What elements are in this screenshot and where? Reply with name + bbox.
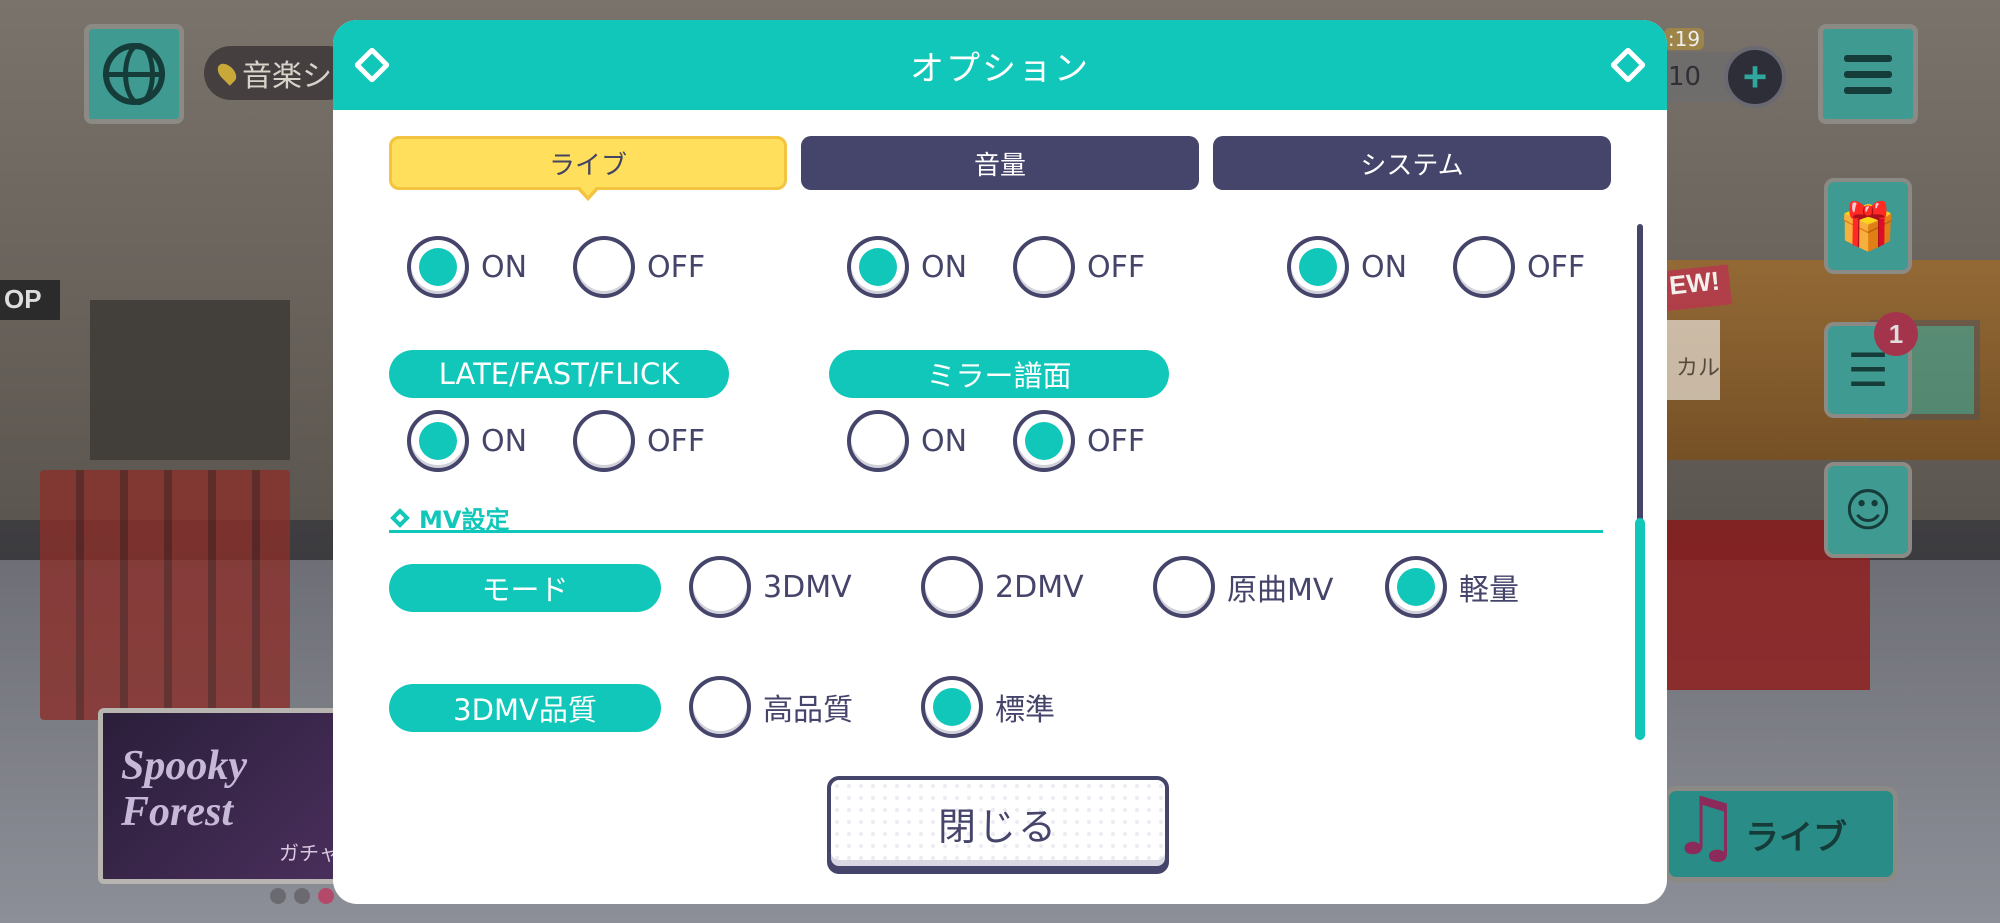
- gift-button[interactable]: 🎁: [1824, 178, 1912, 274]
- radio-label: 2DMV: [995, 569, 1084, 605]
- radio-label: OFF: [1527, 249, 1586, 285]
- close-button[interactable]: 閉じる: [827, 776, 1169, 870]
- option3-on-radio[interactable]: ON: [1287, 236, 1407, 298]
- radio-circle: [1013, 410, 1075, 472]
- mode-2dmv-radio[interactable]: 2DMV: [921, 556, 1084, 618]
- radio-label: 高品質: [763, 693, 853, 728]
- radio-circle: [921, 676, 983, 738]
- banner-pagination: [270, 888, 334, 904]
- radio-circle: [1153, 556, 1215, 618]
- radio-label: 3DMV: [763, 569, 852, 605]
- background-cd-shelf: [40, 470, 290, 720]
- radio-circle: [407, 236, 469, 298]
- new-badge: EW!: [1658, 264, 1732, 312]
- quality-high-radio[interactable]: 高品質: [689, 676, 853, 738]
- option1-off-radio[interactable]: OFF: [573, 236, 705, 298]
- menu-icon-bar: [1844, 54, 1892, 62]
- radio-label: ON: [481, 249, 528, 285]
- radio-circle: [1385, 556, 1447, 618]
- radio-label: OFF: [1087, 249, 1146, 285]
- banner-subtitle: ガチャ: [279, 841, 339, 865]
- dialog-header: オプション: [333, 20, 1667, 110]
- section-divider: [389, 530, 1603, 533]
- banner-title: Spooky Forest: [121, 743, 247, 835]
- menu-icon-bar: [1844, 70, 1892, 78]
- mirror-off-radio[interactable]: OFF: [1013, 410, 1145, 472]
- radio-circle: [689, 676, 751, 738]
- radio-label: ON: [481, 423, 528, 459]
- mirror-score-label: ミラー譜面: [829, 350, 1169, 398]
- option1-on-radio[interactable]: ON: [407, 236, 527, 298]
- radio-circle: [921, 556, 983, 618]
- live-button-label: ライブ: [1745, 817, 1847, 858]
- radio-circle: [1287, 236, 1349, 298]
- options-dialog: オプション ライブ 音量 システム ON OFF ON OFF ON OFF L…: [333, 20, 1667, 904]
- radio-label: 軽量: [1459, 573, 1519, 608]
- radio-label: ON: [1361, 249, 1408, 285]
- diamond-icon: [1609, 46, 1647, 84]
- radio-label: ON: [921, 249, 968, 285]
- quality-standard-radio[interactable]: 標準: [921, 676, 1055, 738]
- radio-circle: [407, 410, 469, 472]
- radio-circle: [1013, 236, 1075, 298]
- diamond-icon: [353, 46, 391, 84]
- timer-label: :19: [1664, 28, 1704, 50]
- plus-icon: +: [1742, 53, 1768, 100]
- mode-label: モード: [389, 564, 661, 612]
- location-pin-icon: [214, 60, 240, 86]
- option3-off-radio[interactable]: OFF: [1453, 236, 1585, 298]
- gift-icon: 🎁: [1839, 198, 1897, 253]
- options-tabs: ライブ 音量 システム: [389, 136, 1611, 201]
- background-shop-sign: OP: [0, 280, 60, 320]
- late-fast-flick-on-radio[interactable]: ON: [407, 410, 527, 472]
- location-indicator[interactable]: 音楽シ: [204, 46, 354, 100]
- option2-on-radio[interactable]: ON: [847, 236, 967, 298]
- friends-icon: ☺: [1844, 483, 1892, 537]
- radio-circle: [573, 410, 635, 472]
- radio-circle: [1453, 236, 1515, 298]
- gacha-banner[interactable]: Spooky Forest ガチャ: [98, 708, 348, 884]
- radio-circle: [689, 556, 751, 618]
- late-fast-flick-label: LATE/FAST/FLICK: [389, 350, 729, 398]
- option2-off-radio[interactable]: OFF: [1013, 236, 1145, 298]
- add-currency-button[interactable]: +: [1724, 46, 1786, 108]
- radio-label: OFF: [647, 423, 706, 459]
- 3dmv-quality-label: 3DMV品質: [389, 684, 661, 732]
- main-menu-button[interactable]: [1818, 24, 1918, 124]
- radio-circle: [573, 236, 635, 298]
- mode-light-radio[interactable]: 軽量: [1385, 556, 1519, 618]
- radio-label: OFF: [647, 249, 706, 285]
- globe-icon: [103, 43, 165, 105]
- late-fast-flick-off-radio[interactable]: OFF: [573, 410, 705, 472]
- music-note-icon: ♫: [1670, 780, 1742, 873]
- tab-system[interactable]: システム: [1213, 136, 1611, 190]
- radio-label: OFF: [1087, 423, 1146, 459]
- mode-3dmv-radio[interactable]: 3DMV: [689, 556, 852, 618]
- tab-live[interactable]: ライブ: [389, 136, 787, 201]
- menu-icon-bar: [1844, 86, 1892, 94]
- background-poster-shelf: [90, 300, 290, 460]
- notification-badge: 1: [1874, 312, 1918, 356]
- radio-label: 原曲MV: [1227, 573, 1334, 608]
- tab-volume[interactable]: 音量: [801, 136, 1199, 190]
- radio-label: 標準: [995, 693, 1055, 728]
- world-map-button[interactable]: [84, 24, 184, 124]
- mode-original-mv-radio[interactable]: 原曲MV: [1153, 556, 1333, 618]
- radio-circle: [847, 410, 909, 472]
- location-label: 音楽シ: [242, 59, 332, 94]
- radio-label: ON: [921, 423, 968, 459]
- mirror-on-radio[interactable]: ON: [847, 410, 967, 472]
- friends-button[interactable]: ☺: [1824, 462, 1912, 558]
- scrollbar-thumb[interactable]: [1635, 518, 1645, 740]
- pagination-dot: [270, 888, 286, 904]
- radio-circle: [847, 236, 909, 298]
- pagination-dot: [294, 888, 310, 904]
- diamond-icon: [390, 507, 410, 528]
- dialog-title: オプション: [910, 48, 1090, 89]
- pagination-dot-active: [318, 888, 334, 904]
